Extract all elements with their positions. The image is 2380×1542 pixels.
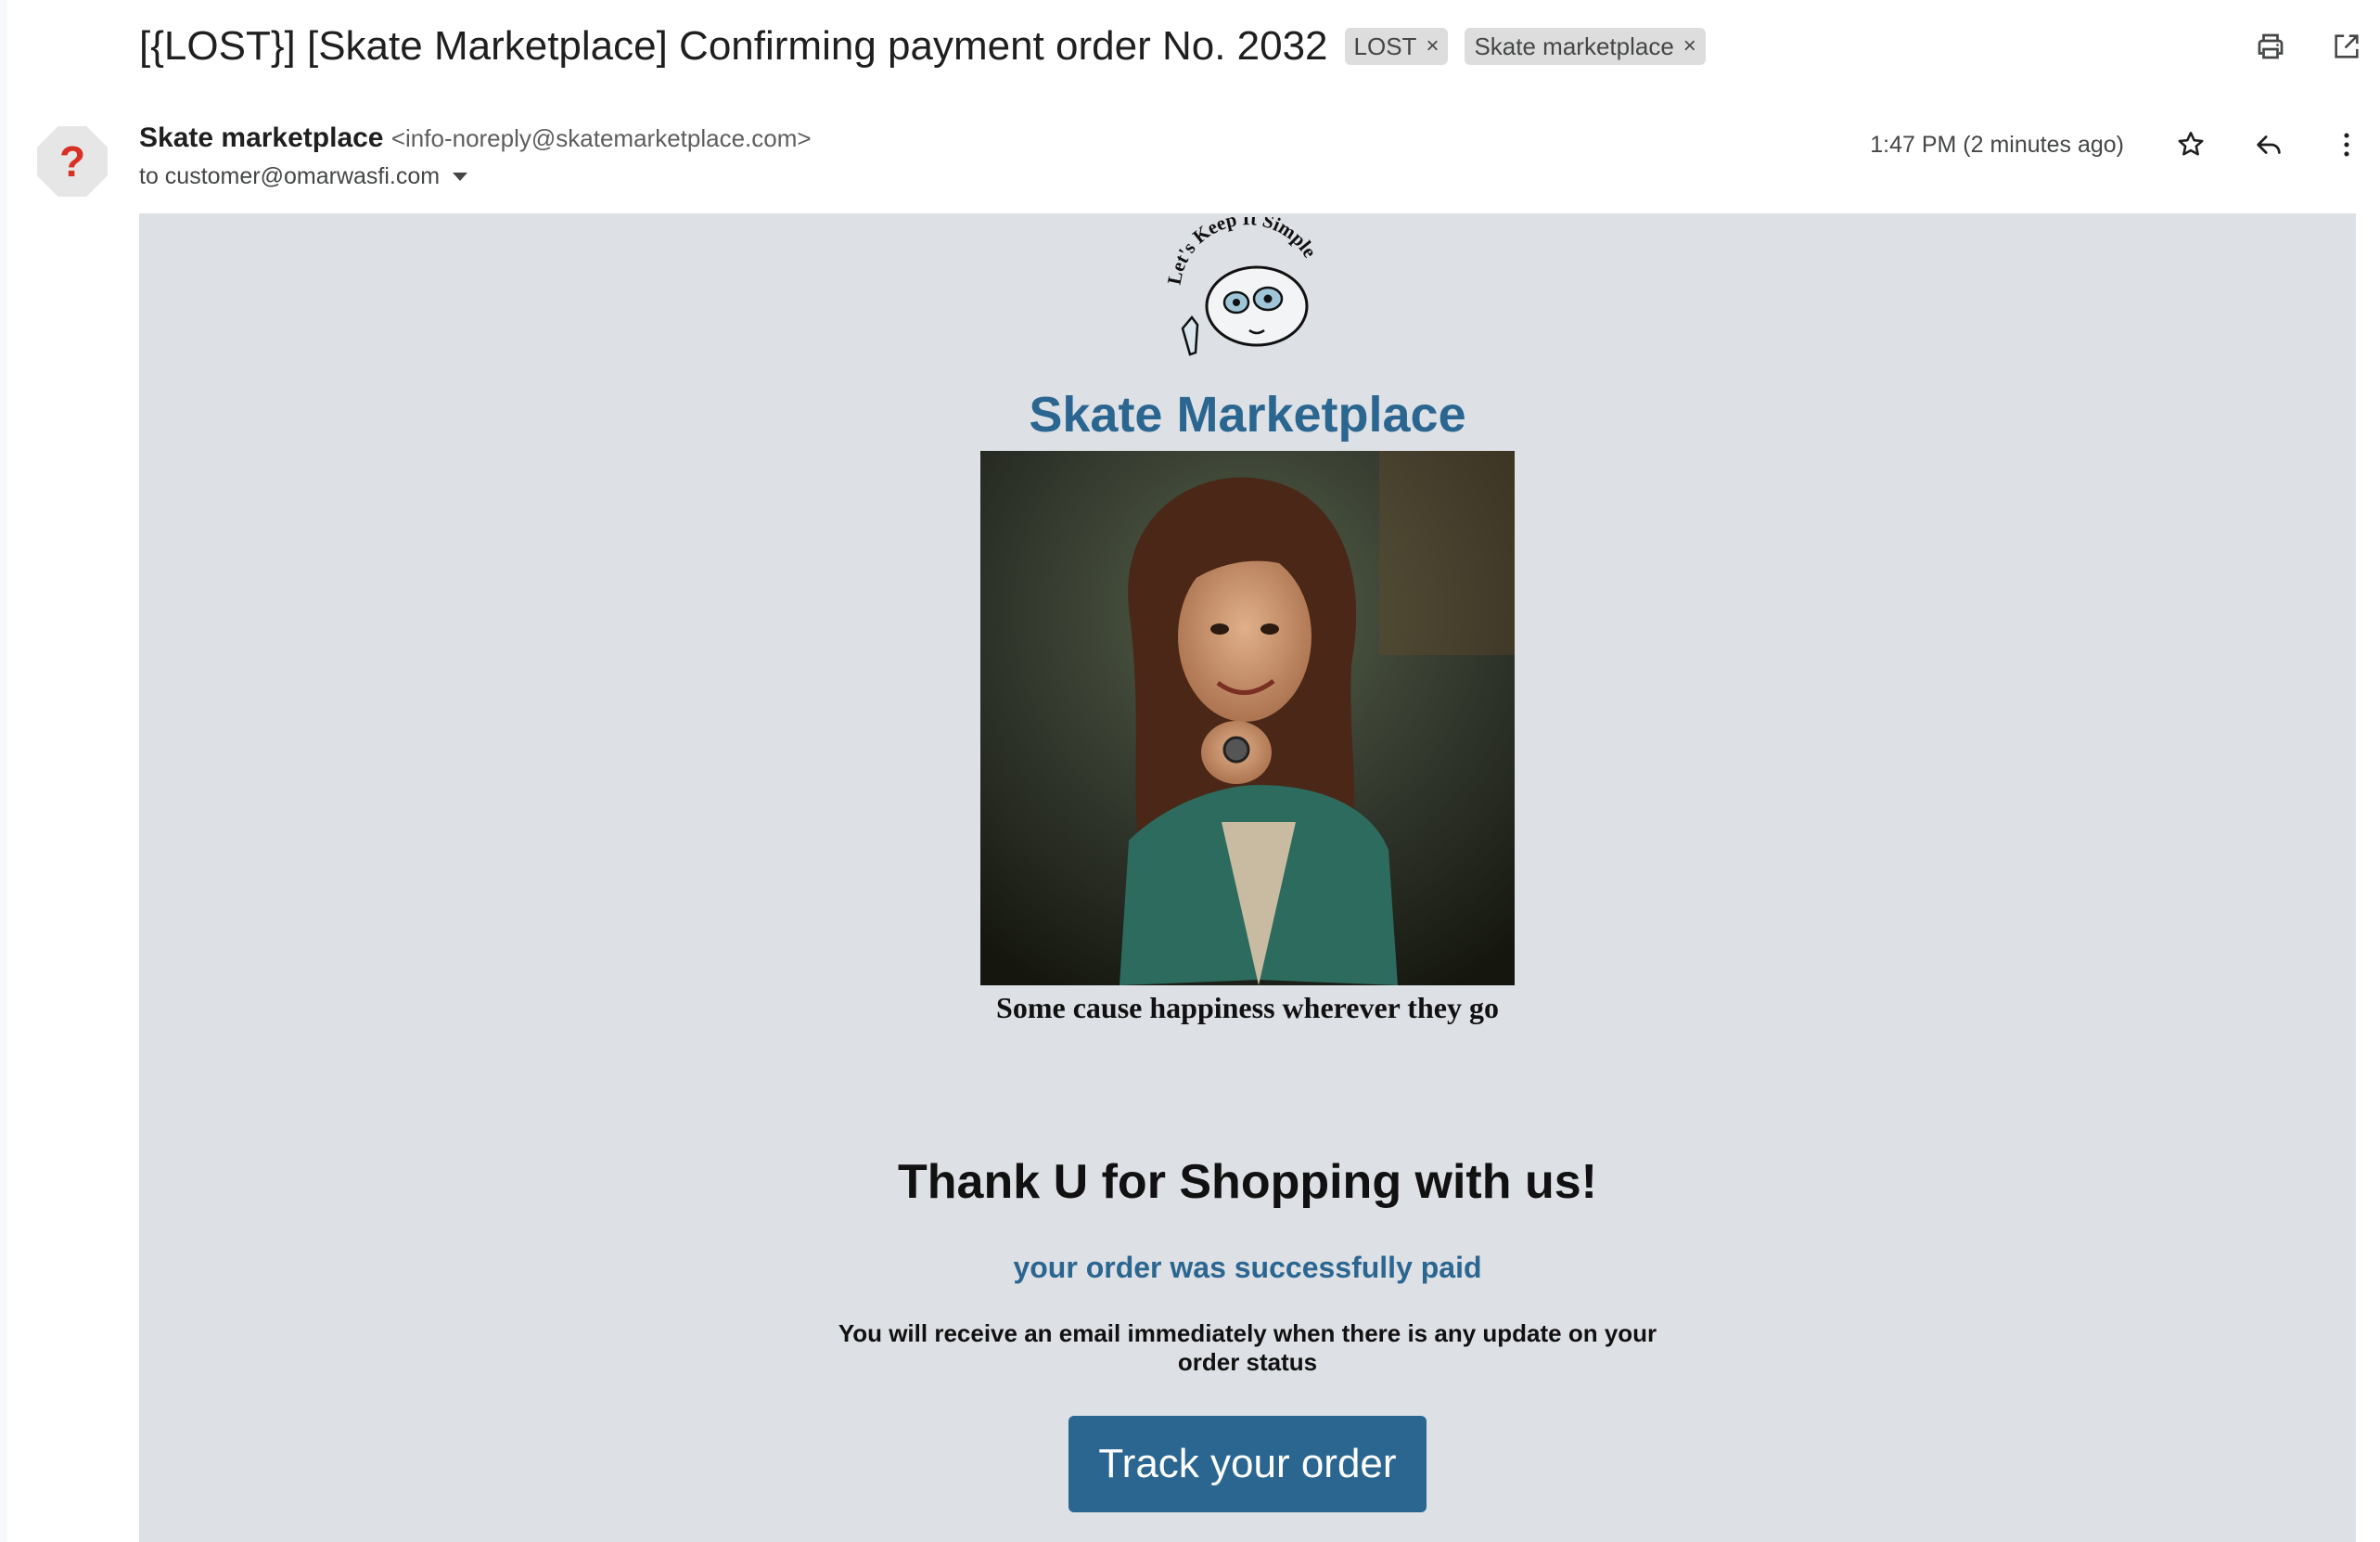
left-edge [0, 0, 7, 1542]
image-caption: Some cause happiness wherever they go [996, 991, 1499, 1024]
reply-icon[interactable] [2248, 124, 2289, 165]
label-chip-lost[interactable]: LOST × [1344, 28, 1449, 65]
chevron-down-icon[interactable] [453, 173, 468, 181]
remove-label-icon[interactable]: × [1683, 33, 1696, 59]
label-text: LOST [1353, 32, 1417, 60]
recipient-text: to customer@omarwasfi.com [139, 163, 441, 189]
payment-status: your order was successfully paid [1013, 1251, 1482, 1284]
message-meta: 1:47 PM (2 minutes ago) [1870, 124, 2367, 165]
recipients-toggle[interactable]: to customer@omarwasfi.com [139, 163, 812, 190]
more-options-icon[interactable] [2326, 124, 2367, 165]
star-icon[interactable] [2170, 124, 2211, 165]
open-in-new-window-icon[interactable] [2326, 26, 2367, 67]
email-view: [{LOST}] [Skate Marketplace] Confirming … [0, 0, 2380, 1542]
update-notice: You will receive an email immediately wh… [838, 1319, 1657, 1376]
sender-name[interactable]: Skate marketplace [139, 122, 384, 153]
thank-you-heading: Thank U for Shopping with us! [898, 1155, 1597, 1209]
remove-label-icon[interactable]: × [1426, 33, 1439, 59]
avatar[interactable]: ? [37, 126, 108, 197]
unknown-sender-icon: ? [58, 137, 86, 186]
sender-email: <info-noreply@skatemarketplace.com> [390, 124, 812, 152]
sender-block: Skate marketplace <info-noreply@skatemar… [139, 122, 812, 190]
print-icon[interactable] [2250, 26, 2291, 67]
label-chip-skate-marketplace[interactable]: Skate marketplace × [1465, 28, 1706, 65]
sender-line: Skate marketplace <info-noreply@skatemar… [139, 122, 812, 154]
track-order-button[interactable]: Track your order [1068, 1416, 1427, 1512]
top-actions [2250, 26, 2367, 67]
timestamp: 1:47 PM (2 minutes ago) [1870, 131, 2124, 158]
brand-name: Skate Marketplace [1029, 387, 1466, 443]
label-text: Skate marketplace [1474, 32, 1674, 60]
promo-portrait-image [980, 451, 1515, 985]
subject-row: [{LOST}] [Skate Marketplace] Confirming … [139, 19, 1706, 74]
brand-logo: Let's Keep It Simple [1145, 207, 1350, 375]
email-content: Let's Keep It Simple Skate Marketplace S… [139, 207, 2356, 1542]
email-subject: [{LOST}] [Skate Marketplace] Confirming … [139, 23, 1328, 69]
